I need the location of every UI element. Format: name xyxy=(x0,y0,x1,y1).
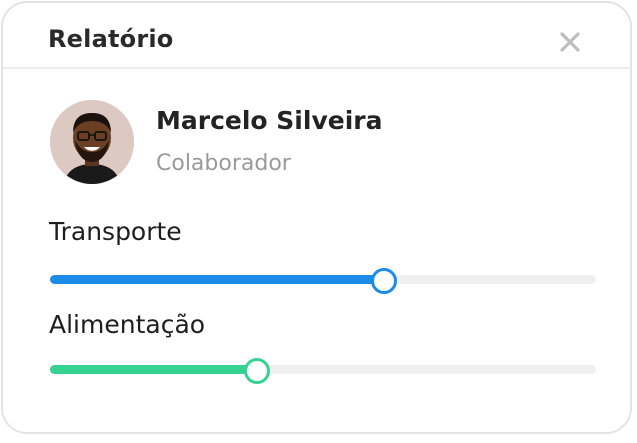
slider-label-alimentacao: Alimentação xyxy=(49,310,206,339)
card-header: Relatório xyxy=(3,3,630,69)
alimentacao-slider-fill xyxy=(50,365,256,374)
close-icon[interactable] xyxy=(555,27,585,57)
avatar xyxy=(50,100,134,184)
dialog-title: Relatório xyxy=(48,25,174,53)
profile-role: Colaborador xyxy=(156,151,291,176)
report-card: Relatório Marcelo Silveira Colaborador T… xyxy=(1,1,632,434)
transporte-slider-thumb[interactable] xyxy=(371,267,398,294)
slider-label-transporte: Transporte xyxy=(49,217,182,246)
profile-name: Marcelo Silveira xyxy=(156,106,383,135)
alimentacao-slider-track[interactable] xyxy=(50,357,596,384)
transporte-slider-track[interactable] xyxy=(50,267,596,294)
alimentacao-slider-thumb[interactable] xyxy=(243,357,270,384)
transporte-slider-fill xyxy=(50,275,384,284)
